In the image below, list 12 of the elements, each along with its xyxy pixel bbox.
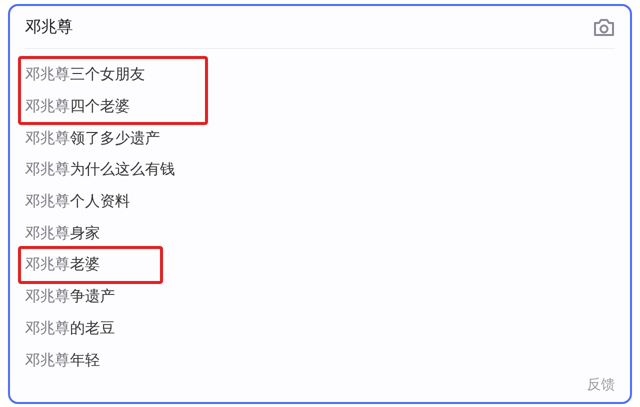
suggestion-item[interactable]: 邓兆尊四个老婆	[25, 90, 145, 122]
suggestion-item[interactable]: 邓兆尊个人资料	[25, 186, 175, 218]
suggestion-item[interactable]: 邓兆尊老婆	[25, 249, 100, 281]
suggestion-item[interactable]: 邓兆尊领了多少遗产	[25, 122, 175, 154]
suggestion-item[interactable]: 邓兆尊的老豆	[25, 312, 115, 344]
suggestion-item[interactable]: 邓兆尊为什么这么有钱	[25, 154, 175, 186]
search-field[interactable]: 邓兆尊	[25, 18, 325, 36]
suggestion-item[interactable]: 邓兆尊三个女朋友	[25, 59, 145, 91]
camera-icon[interactable]	[593, 18, 615, 36]
suggestion-item[interactable]: 邓兆尊身家	[25, 217, 175, 250]
suggestion-item[interactable]: 邓兆尊年轻	[25, 344, 115, 376]
suggestion-item[interactable]: 邓兆尊争遗产	[25, 280, 115, 312]
